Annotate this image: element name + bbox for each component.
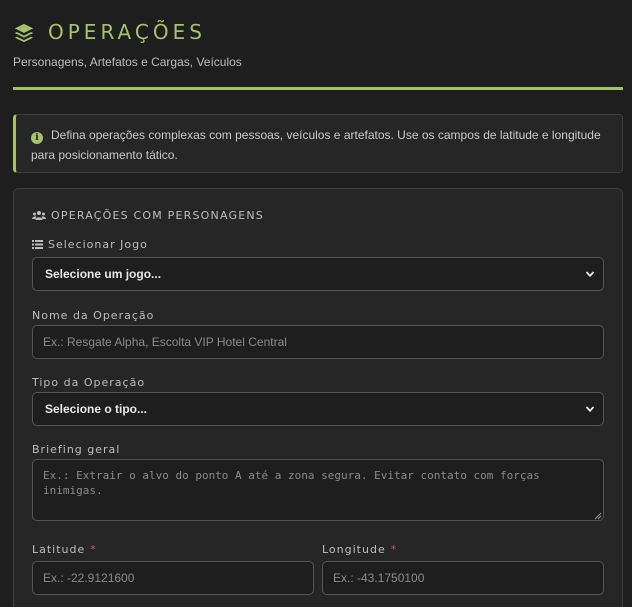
layers-icon <box>14 23 34 42</box>
latitude-required-mark: * <box>90 543 97 556</box>
info-icon: i <box>31 132 43 144</box>
info-text: Defina operações complexas com pessoas, … <box>31 128 601 162</box>
longitude-label: Longitude * <box>322 543 397 556</box>
title-row: OPERAÇÕES <box>13 20 623 44</box>
longitude-label-text: Longitude <box>322 543 386 556</box>
users-icon <box>32 211 46 220</box>
briefing-label-text: Briefing geral <box>32 443 121 456</box>
operation-type-select-value: Selecione o tipo... <box>45 402 148 416</box>
page-subtitle: Personagens, Artefatos e Cargas, Veículo… <box>13 55 242 69</box>
game-select-value: Selecione um jogo... <box>45 267 162 281</box>
operation-type-label-text: Tipo da Operação <box>32 376 146 389</box>
briefing-textarea[interactable] <box>32 459 604 521</box>
chevron-down-icon <box>585 271 595 278</box>
operation-type-select[interactable]: Selecione o tipo... <box>32 392 604 426</box>
chevron-down-icon <box>585 406 595 413</box>
latitude-label-text: Latitude <box>32 543 86 556</box>
operation-type-label: Tipo da Operação <box>32 376 145 389</box>
resize-handle-icon[interactable] <box>594 512 602 520</box>
header-divider <box>13 87 623 90</box>
page-title: OPERAÇÕES <box>48 20 206 44</box>
operation-name-input[interactable] <box>32 325 604 359</box>
operation-name-label-text: Nome da Operação <box>32 309 155 322</box>
page-header: OPERAÇÕES Personagens, Artefatos e Carga… <box>13 20 623 69</box>
operation-name-label: Nome da Operação <box>32 309 154 322</box>
briefing-label: Briefing geral <box>32 443 120 456</box>
game-label: Selecionar Jogo <box>32 238 148 251</box>
list-icon <box>32 240 43 249</box>
longitude-required-mark: * <box>390 543 398 556</box>
longitude-input[interactable] <box>322 561 604 595</box>
latitude-input[interactable] <box>32 561 314 595</box>
section-title: OPERAÇÕES COM PERSONAGENS <box>32 209 264 222</box>
latitude-label: Latitude * <box>32 543 97 556</box>
game-label-text: Selecionar Jogo <box>48 238 148 251</box>
game-select[interactable]: Selecione um jogo... <box>32 257 604 291</box>
info-alert: i Defina operações complexas com pessoas,… <box>13 114 623 173</box>
operations-card: OPERAÇÕES COM PERSONAGENS Selecionar Jog… <box>13 188 623 607</box>
page: OPERAÇÕES Personagens, Artefatos e Carga… <box>0 0 632 607</box>
section-title-text: OPERAÇÕES COM PERSONAGENS <box>51 209 264 222</box>
